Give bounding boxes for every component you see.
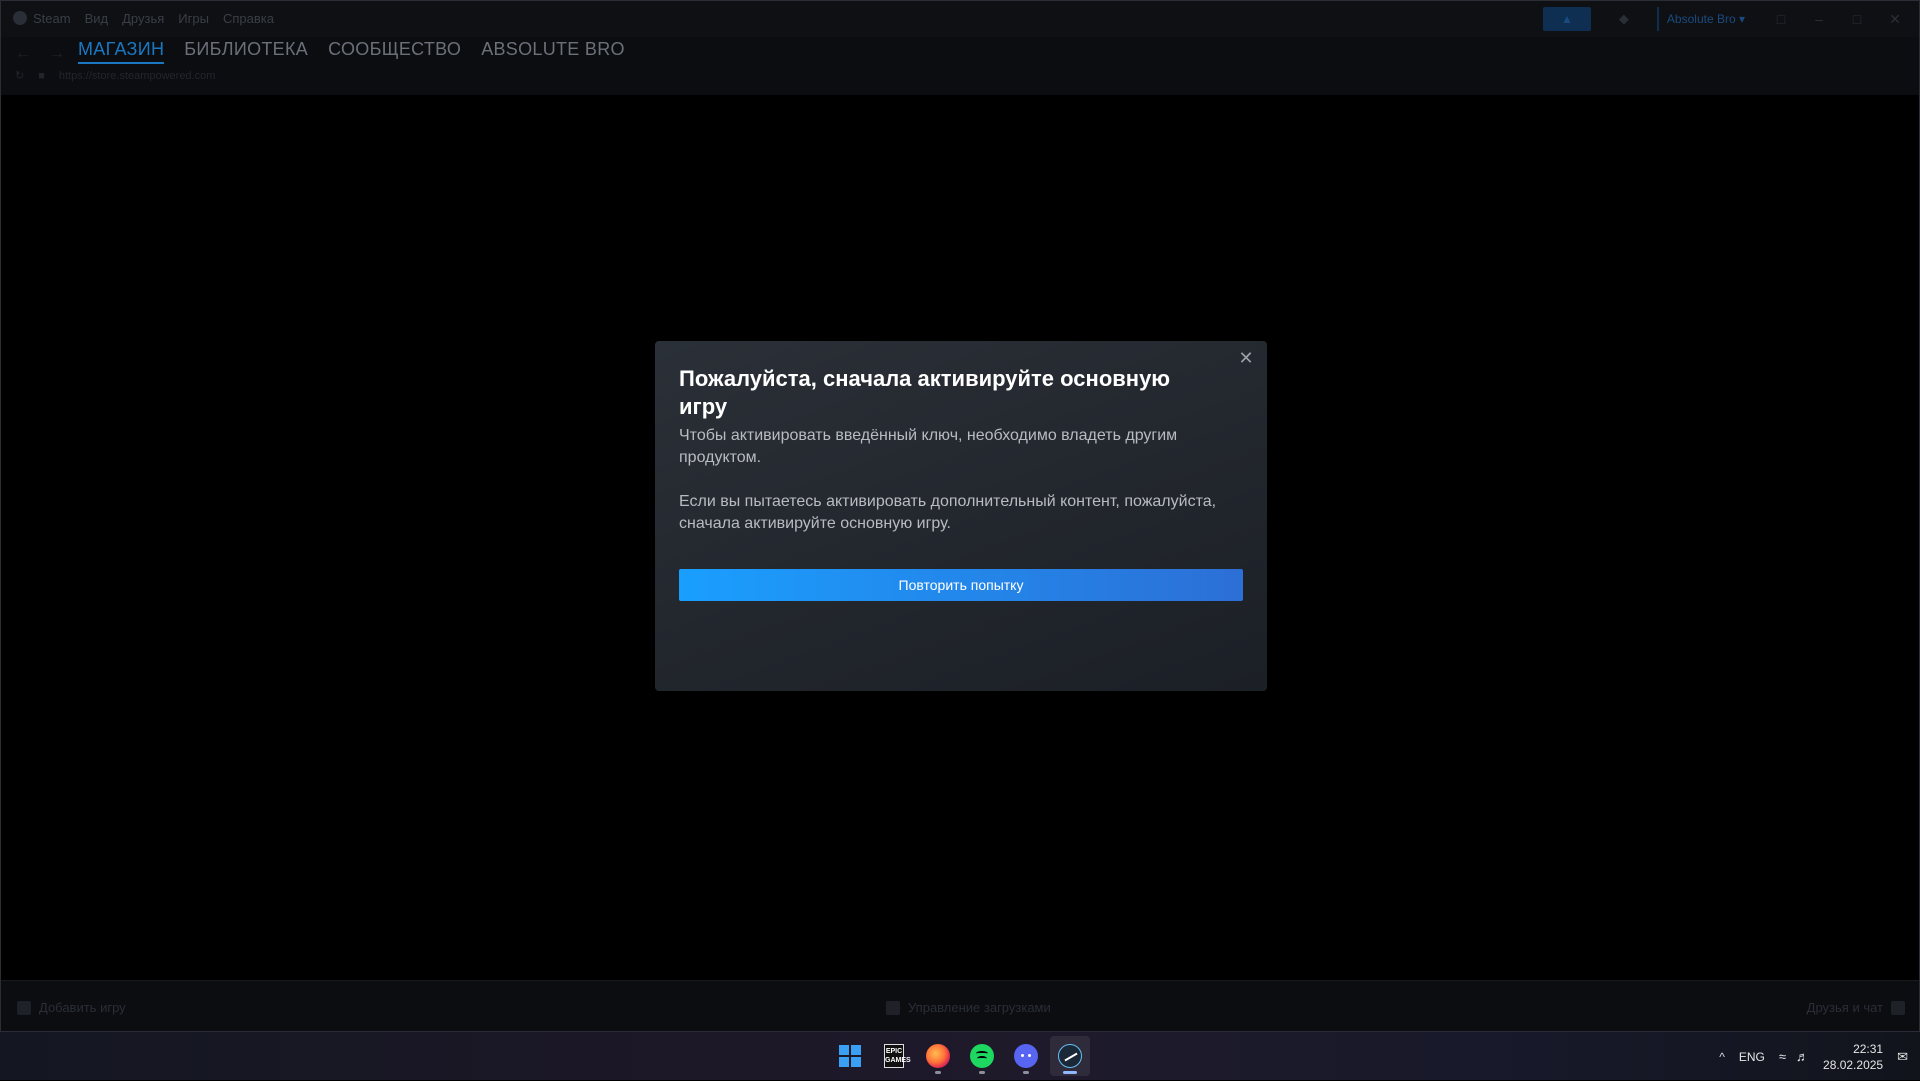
volume-icon: ♬: [1796, 1049, 1810, 1064]
friends-chat-button[interactable]: Друзья и чат: [1807, 1000, 1905, 1015]
tab-store[interactable]: МАГАЗИН: [78, 39, 165, 64]
minimize-icon[interactable]: –: [1809, 11, 1829, 27]
downloads-label: Управление загрузками: [908, 1000, 1051, 1015]
dialog-message-2: Если вы пытаетесь активировать дополните…: [679, 493, 1217, 532]
steam-icon: [1058, 1044, 1082, 1068]
system-tray: ^ ENG ≈ ♬ 22:31 28.02.2025 ✉: [1719, 1032, 1920, 1081]
main-tabs: МАГАЗИН БИБЛИОТЕКА СООБЩЕСТВО ABSOLUTE B…: [78, 39, 625, 64]
firefox-button[interactable]: [918, 1036, 958, 1076]
spotify-icon: [970, 1044, 994, 1068]
taskbar-apps: EPIC GAMES: [830, 1036, 1090, 1076]
url-bar: ↻ ■ https://store.steampowered.com: [15, 69, 216, 83]
menu-steam-label: Steam: [33, 11, 71, 26]
downloads-button[interactable]: Управление загрузками: [886, 1000, 1051, 1015]
megaphone-icon[interactable]: ▲: [1542, 7, 1591, 31]
lock-icon: ■: [38, 69, 45, 82]
reload-icon[interactable]: ↻: [15, 69, 24, 82]
maximize-icon[interactable]: □: [1847, 11, 1867, 27]
tab-library[interactable]: БИБЛИОТЕКА: [184, 39, 308, 64]
window-close-icon[interactable]: ✕: [1885, 11, 1905, 28]
steam-taskbar-button[interactable]: [1050, 1036, 1090, 1076]
steam-logo-icon: [13, 11, 27, 25]
tab-community[interactable]: СООБЩЕСТВО: [328, 39, 461, 64]
dialog-title: Пожалуйста, сначала активируйте основную…: [679, 366, 1171, 419]
tab-profile[interactable]: ABSOLUTE BRO: [481, 39, 625, 64]
add-game-label: Добавить игру: [39, 1000, 126, 1015]
running-indicator: [935, 1071, 941, 1074]
quick-settings[interactable]: ≈ ♬: [1779, 1049, 1809, 1064]
dialog-message-1: Чтобы активировать введённый ключ, необх…: [679, 427, 1178, 466]
running-indicator: [979, 1071, 985, 1074]
active-indicator: [1063, 1071, 1077, 1074]
windows-taskbar: EPIC GAMES ^ ENG ≈ ♬ 22:31 28.02.2025 ✉: [0, 1031, 1920, 1080]
retry-button[interactable]: Повторить попытку: [679, 569, 1243, 601]
menu-bar: Steam Вид Друзья Игры Справка: [13, 11, 274, 26]
titlebar: Steam Вид Друзья Игры Справка ▲ ◆ Absolu…: [1, 1, 1919, 37]
discord-icon: [1014, 1044, 1038, 1068]
user-menu[interactable]: Absolute Bro ▾: [1656, 7, 1753, 31]
menu-view[interactable]: Вид: [85, 11, 109, 26]
user-name: Absolute Bro: [1666, 12, 1736, 26]
download-icon: [886, 1000, 900, 1015]
back-arrow-icon[interactable]: ←: [15, 45, 31, 63]
menu-friends[interactable]: Друзья: [122, 11, 164, 26]
navbar: ← → МАГАЗИН БИБЛИОТЕКА СООБЩЕСТВО ABSOLU…: [1, 37, 1919, 95]
clock[interactable]: 22:31 28.02.2025: [1823, 1041, 1883, 1073]
language-indicator[interactable]: ENG: [1739, 1050, 1765, 1064]
activation-error-dialog: ✕ Пожалуйста, сначала активируйте основн…: [655, 341, 1267, 691]
time: 22:31: [1853, 1041, 1884, 1056]
notification-icon[interactable]: ✉: [1897, 1049, 1908, 1065]
url-text[interactable]: https://store.steampowered.com: [59, 70, 216, 82]
date: 28.02.2025: [1823, 1057, 1884, 1072]
windows-start-icon: [839, 1045, 861, 1067]
nav-arrows: ← →: [15, 45, 65, 63]
plus-icon: [17, 1000, 31, 1015]
chat-icon: [1891, 1000, 1905, 1015]
titlebar-controls: ▲ ◆ Absolute Bro ▾ □ – □ ✕: [1542, 7, 1919, 31]
monitor-icon[interactable]: □: [1771, 11, 1791, 27]
bell-icon[interactable]: ◆: [1609, 7, 1639, 31]
spotify-button[interactable]: [962, 1036, 1002, 1076]
epic-games-button[interactable]: EPIC GAMES: [874, 1036, 914, 1076]
add-game-button[interactable]: Добавить игру: [17, 1000, 126, 1015]
discord-button[interactable]: [1006, 1036, 1046, 1076]
running-indicator: [1023, 1071, 1029, 1074]
wifi-icon: ≈: [1778, 1049, 1787, 1064]
menu-games[interactable]: Игры: [178, 11, 209, 26]
epic-games-icon: EPIC GAMES: [884, 1044, 911, 1068]
windows-start-button[interactable]: [830, 1036, 870, 1076]
steam-window: Steam Вид Друзья Игры Справка ▲ ◆ Absolu…: [0, 0, 1920, 1032]
forward-arrow-icon[interactable]: →: [49, 45, 65, 63]
close-icon[interactable]: ✕: [1235, 347, 1257, 369]
firefox-icon: [926, 1044, 950, 1068]
menu-help[interactable]: Справка: [223, 11, 274, 26]
menu-steam[interactable]: Steam: [13, 11, 71, 26]
bottom-bar: Добавить игру Управление загрузками Друз…: [1, 981, 1919, 1032]
friends-label: Друзья и чат: [1806, 1000, 1883, 1015]
chevron-up-icon[interactable]: ^: [1719, 1050, 1725, 1064]
